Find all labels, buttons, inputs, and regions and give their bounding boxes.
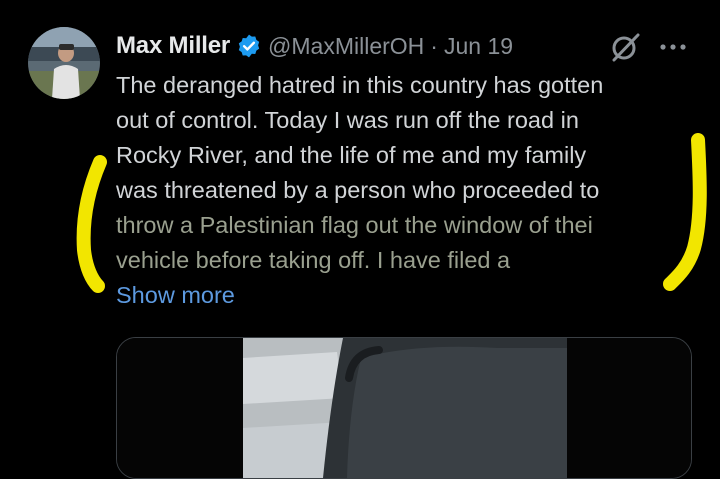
yellow-highlighter-mark-right — [663, 133, 707, 291]
tweet-text-line: was threatened by a person who proceeded… — [116, 177, 600, 203]
media-attachment[interactable] — [116, 337, 692, 479]
author-name[interactable]: Max Miller — [116, 32, 230, 60]
separator-dot: · — [430, 32, 438, 59]
grok-icon[interactable] — [608, 30, 642, 64]
author-handle[interactable]: @MaxMillerOH — [268, 33, 424, 60]
tweet-text-line: vehicle before taking off. I have filed … — [116, 247, 511, 273]
tweet-header: Max Miller @MaxMillerOH · Jun 19 — [116, 28, 513, 64]
avatar[interactable] — [28, 27, 100, 99]
tweet-text-line: Rocky River, and the life of me and my f… — [116, 142, 587, 168]
show-more-link[interactable]: Show more — [116, 282, 235, 309]
tweet-date[interactable]: Jun 19 — [444, 33, 513, 60]
avatar-photo — [28, 27, 100, 99]
attached-video-thumbnail — [117, 338, 691, 478]
tweet-text-line: The deranged hatred in this country has … — [116, 72, 604, 98]
more-options-icon[interactable] — [656, 32, 690, 62]
tweet-text: The deranged hatred in this country has … — [116, 68, 686, 278]
tweet-text-line: out of control. Today I was run off the … — [116, 107, 579, 133]
verified-badge-icon — [236, 33, 262, 59]
yellow-highlighter-mark-left — [76, 155, 107, 293]
tweet-text-line: throw a Palestinian flag out the window … — [116, 212, 593, 238]
